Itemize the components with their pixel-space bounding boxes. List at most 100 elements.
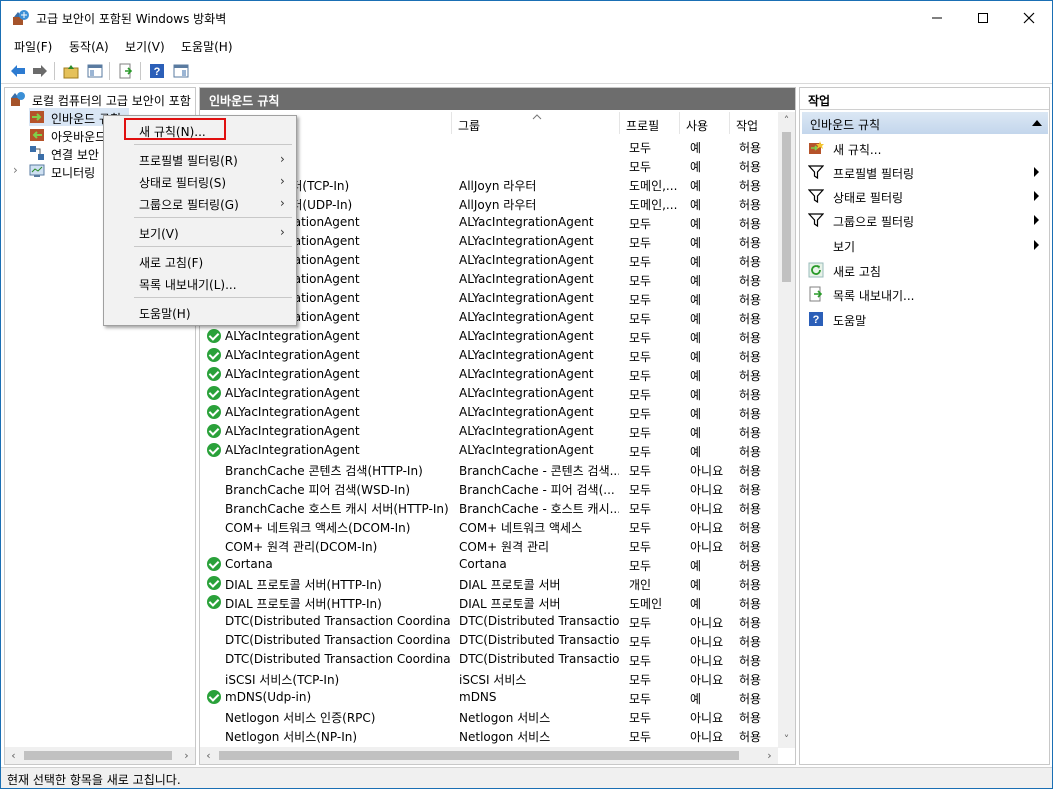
rule-group-cell: AllJoyn 라우터 xyxy=(459,179,537,193)
rule-profile-cell: 모두 xyxy=(629,407,652,421)
scroll-thumb[interactable] xyxy=(782,132,791,282)
action-item[interactable]: 그룹으로 필터링 xyxy=(800,209,1049,231)
table-row[interactable]: ALYacIntegrationAgent ALYacIntegrationAge… xyxy=(200,441,778,460)
rule-enabled-cell: 예 xyxy=(690,179,702,193)
minimize-button[interactable] xyxy=(914,1,960,35)
column-header-profile[interactable]: 프로필 xyxy=(620,112,680,134)
rule-enabled-check-icon xyxy=(207,443,221,457)
action-item[interactable]: 상태로 필터링 xyxy=(800,185,1049,207)
rule-action-cell: 허용 xyxy=(739,445,762,459)
menu-action[interactable]: 동작(A) xyxy=(69,38,109,55)
scroll-up-icon[interactable]: ˄ xyxy=(778,112,795,129)
show-hide-tree-button[interactable] xyxy=(85,61,105,81)
menu-view[interactable]: 보기(V) xyxy=(125,38,165,55)
context-menu-item[interactable]: 보기(V) › xyxy=(106,221,294,243)
close-button[interactable] xyxy=(1006,1,1052,35)
table-row[interactable]: COM+ 네트워크 액세스(DCOM-In) COM+ 네트워크 액세스 모두 아니요… xyxy=(200,517,778,536)
scroll-left-icon[interactable]: ‹ xyxy=(5,747,22,764)
action-item[interactable]: 보기 xyxy=(800,234,1049,256)
scroll-down-icon[interactable]: ˅ xyxy=(778,731,795,748)
table-row[interactable]: ALYacIntegrationAgent ALYacIntegrationAge… xyxy=(200,422,778,441)
scroll-thumb[interactable] xyxy=(219,751,739,760)
tree-item-label: 아웃바운드 xyxy=(51,130,107,144)
action-item[interactable]: 새로 고침 xyxy=(800,259,1049,281)
table-row[interactable]: BranchCache 호스트 캐시 서버(HTTP-In) BranchCach… xyxy=(200,498,778,517)
rule-profile-cell: 모두 xyxy=(629,312,652,326)
status-text: 현재 선택한 항목을 새로 고칩니다. xyxy=(7,773,181,787)
help-button[interactable]: ? xyxy=(147,61,167,81)
forward-button[interactable] xyxy=(30,61,50,81)
context-menu-item[interactable]: 프로필별 필터링(R) › xyxy=(106,148,294,170)
rule-action-cell: 허용 xyxy=(739,521,762,535)
export-list-button[interactable] xyxy=(116,61,136,81)
menu-help[interactable]: 도움말(H) xyxy=(181,38,233,55)
rule-action-cell: 허용 xyxy=(739,711,762,725)
rules-vertical-scrollbar[interactable]: ˄ ˅ xyxy=(778,112,795,748)
rules-horizontal-scrollbar[interactable]: ‹ › xyxy=(200,747,778,764)
table-row[interactable]: BranchCache 피어 검색(WSD-In) BranchCache - 피… xyxy=(200,479,778,498)
tree-horizontal-scrollbar[interactable]: ‹ › xyxy=(5,747,195,764)
table-row[interactable]: ALYacIntegrationAgent ALYacIntegrationAge… xyxy=(200,327,778,346)
table-row[interactable]: COM+ 원격 관리(DCOM-In) COM+ 원격 관리 모두 아니요 허용 xyxy=(200,536,778,555)
context-menu-item[interactable]: 그룹으로 필터링(G) › xyxy=(106,192,294,214)
context-menu: 새 규칙(N)... 프로필별 필터링(R) › 상태로 필터링(S) › 그룹으로 필터… xyxy=(103,115,297,326)
action-item[interactable]: 목록 내보내기... xyxy=(800,283,1049,305)
scroll-right-icon[interactable]: › xyxy=(178,747,195,764)
table-row[interactable]: BranchCache 콘텐츠 검색(HTTP-In) BranchCache -… xyxy=(200,460,778,479)
rule-group-cell: COM+ 네트워크 액세스 xyxy=(459,521,583,535)
table-row[interactable]: Netlogon 서비스(NP-In) Netlogon 서비스 모두 아니요 허용 xyxy=(200,726,778,745)
scroll-left-icon[interactable]: ‹ xyxy=(200,747,217,764)
table-row[interactable]: DTC(Distributed Transaction Coordinato..… xyxy=(200,631,778,650)
column-header-action[interactable]: 작업 xyxy=(730,112,778,134)
table-row[interactable]: ALYacIntegrationAgent ALYacIntegrationAge… xyxy=(200,346,778,365)
actions-section-inbound[interactable]: 인바운드 규칙 xyxy=(802,112,1048,134)
context-menu-item[interactable]: 도움말(H) xyxy=(106,301,294,323)
show-action-pane-button[interactable] xyxy=(171,61,191,81)
rule-enabled-cell: 예 xyxy=(690,160,702,174)
table-row[interactable]: ALYacIntegrationAgent ALYacIntegrationAge… xyxy=(200,403,778,422)
table-row[interactable]: DIAL 프로토콜 서버(HTTP-In) DIAL 프로토콜 서버 개인 예 허용 xyxy=(200,574,778,593)
context-menu-item[interactable]: 상태로 필터링(S) › xyxy=(106,170,294,192)
table-row[interactable]: Netlogon 서비스 인증(RPC) Netlogon 서비스 모두 아니요 허용 xyxy=(200,707,778,726)
table-row[interactable]: iSCSI 서비스(TCP-In) iSCSI 서비스 모두 아니요 허용 xyxy=(200,669,778,688)
action-item[interactable]: 프로필별 필터링 xyxy=(800,161,1049,183)
context-menu-item[interactable]: 새로 고침(F) xyxy=(106,250,294,272)
up-folder-button[interactable] xyxy=(61,61,81,81)
table-row[interactable]: DIAL 프로토콜 서버(HTTP-In) DIAL 프로토콜 서버 도메인 예 허용 xyxy=(200,593,778,612)
monitoring-icon xyxy=(29,164,45,177)
action-item[interactable]: 새 규칙... xyxy=(800,137,1049,159)
table-row[interactable]: mDNS(Udp-in) mDNS 모두 예 허용 xyxy=(200,688,778,707)
table-row[interactable]: ALYacIntegrationAgent ALYacIntegrationAge… xyxy=(200,365,778,384)
column-header-enabled[interactable]: 사용 xyxy=(680,112,730,134)
rule-name-cell: Cortana xyxy=(225,557,273,571)
menu-file[interactable]: 파일(F) xyxy=(14,38,52,55)
rule-enabled-cell: 예 xyxy=(690,692,702,706)
rule-group-cell: ALYacIntegrationAgent xyxy=(459,272,594,286)
filter-icon xyxy=(807,164,825,180)
close-icon xyxy=(1023,12,1035,24)
column-header-group[interactable]: 그룹 xyxy=(452,112,620,134)
maximize-button[interactable] xyxy=(960,1,1006,35)
rule-action-cell: 허용 xyxy=(739,407,762,421)
table-row[interactable]: Cortana Cortana 모두 예 허용 xyxy=(200,555,778,574)
context-menu-item[interactable]: 새 규칙(N)... xyxy=(106,119,294,141)
rule-name-cell: ALYacIntegrationAgent xyxy=(225,386,360,400)
rule-group-cell: ALYacIntegrationAgent xyxy=(459,443,594,457)
rule-action-cell: 허용 xyxy=(739,502,762,516)
back-button[interactable] xyxy=(8,61,28,81)
rule-action-cell: 허용 xyxy=(739,369,762,383)
expand-chevron-icon[interactable]: › xyxy=(13,163,18,177)
filter-icon xyxy=(807,212,825,228)
rule-action-cell: 허용 xyxy=(739,597,762,611)
table-row[interactable]: DTC(Distributed Transaction Coordinato..… xyxy=(200,612,778,631)
rule-group-cell: ALYacIntegrationAgent xyxy=(459,405,594,419)
scroll-thumb[interactable] xyxy=(24,751,172,760)
maximize-icon xyxy=(978,13,988,23)
table-row[interactable]: ALYacIntegrationAgent ALYacIntegrationAge… xyxy=(200,384,778,403)
context-menu-item[interactable]: 목록 내보내기(L)... xyxy=(106,272,294,294)
table-row[interactable]: DTC(Distributed Transaction Coordinato..… xyxy=(200,650,778,669)
scroll-right-icon[interactable]: › xyxy=(761,747,778,764)
rule-profile-cell: 모두 xyxy=(629,426,652,440)
rule-group-cell: DIAL 프로토콜 서버 xyxy=(459,597,561,611)
action-item[interactable]: ? 도움말 xyxy=(800,308,1049,330)
